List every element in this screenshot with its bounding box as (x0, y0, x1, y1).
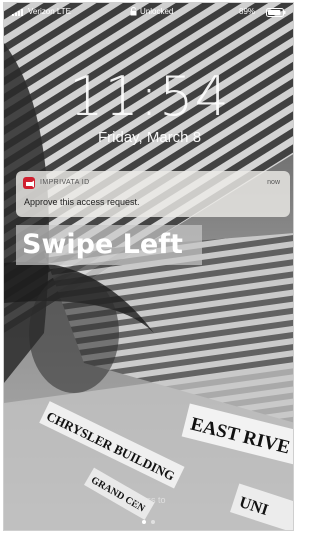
lock-screen-time: 11:54 (69, 65, 230, 128)
lock-screen-date: Friday, March 8 (97, 129, 202, 146)
phone-screen: EAST RIVE CHRYSLER BUILDING GRAND CEN UN… (3, 2, 294, 531)
carrier-label: Verizon LTE (28, 7, 71, 16)
notification-time: now (267, 179, 280, 186)
unlock-hint: press to (133, 495, 166, 505)
unlock-icon (130, 7, 137, 16)
notification-card[interactable]: IMPRIVATA ID now Approve this access req… (16, 171, 290, 217)
battery-icon (266, 8, 286, 17)
imprivata-app-icon (23, 177, 35, 189)
status-bar: Verizon LTE Unlocked 89% (4, 3, 293, 21)
swipe-left-instruction: Swipe Left (16, 225, 202, 265)
notification-message: Approve this access request. (24, 197, 140, 207)
notification-app-name: IMPRIVATA ID (40, 179, 90, 186)
battery-percentage: 89% (239, 7, 256, 16)
lock-status: Unlocked (130, 7, 173, 16)
signal-strength-icon (12, 9, 23, 16)
lock-status-label: Unlocked (140, 7, 174, 16)
page-indicator-dots (142, 520, 155, 524)
